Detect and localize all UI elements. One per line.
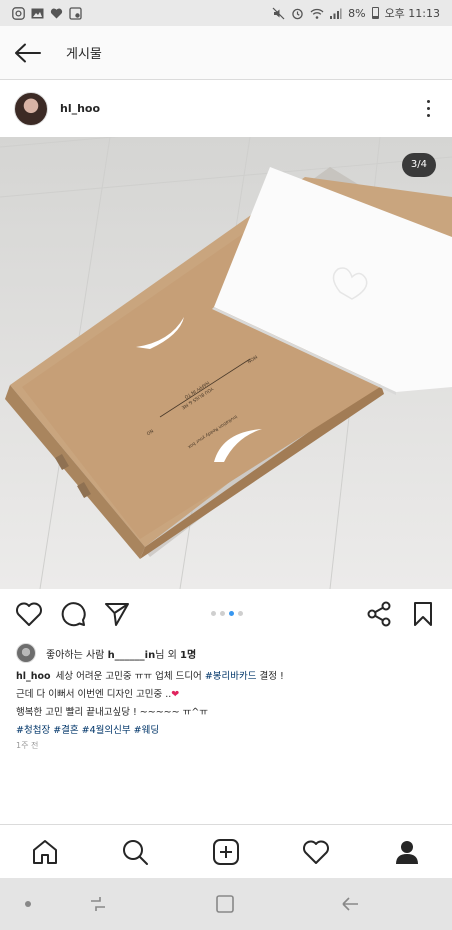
share-icon (367, 601, 391, 627)
carousel-dot-active (229, 611, 234, 616)
home-icon (33, 840, 57, 864)
signal-icon (329, 7, 342, 20)
tab-home[interactable] (30, 837, 60, 867)
carousel-dot (220, 611, 225, 616)
status-bar: 8% 오후 11:13 (0, 0, 452, 26)
likes-user[interactable]: h______in (108, 650, 156, 661)
image-counter-badge: 3/4 (401, 153, 436, 177)
bookmark-icon (414, 602, 432, 626)
system-navigation-bar (0, 878, 452, 930)
post-timestamp: 1주 전 (16, 741, 39, 750)
post-caption: hl_hoo 세상 어려운 고민중 ㅠㅠ 업체 드디어 #봉리바카드 결정 ! 근… (16, 668, 441, 740)
recents-button[interactable] (88, 894, 108, 914)
tab-search[interactable] (120, 837, 150, 867)
alarm-icon (291, 7, 304, 20)
mute-icon (272, 7, 285, 20)
photo-illustration: HAPPY IN TO YOU BLISS & ME MON NO Invita… (0, 137, 452, 589)
status-right: 8% 오후 11:13 (272, 5, 440, 21)
hashtag[interactable]: #봉리바카드 (205, 671, 257, 682)
profile-icon (396, 841, 418, 864)
caption-hashtags[interactable]: #청첩장 #결혼 #4월의신부 #웨딩 (16, 722, 441, 740)
recents-icon (91, 897, 105, 911)
caption-text: 세상 어려운 고민중 ㅠㅠ 업체 드디어 (55, 671, 205, 682)
battery-text: 8% (348, 6, 366, 20)
liker-avatar (16, 643, 36, 663)
battery-icon (371, 7, 379, 19)
heart-emoji-icon: ❤ (171, 689, 180, 700)
tab-new-post[interactable] (211, 837, 241, 867)
likes-count[interactable]: 1명 (180, 650, 196, 661)
share-button[interactable] (102, 599, 132, 629)
settings-status-icon (69, 6, 82, 20)
save-button[interactable] (408, 599, 438, 629)
more-options-button[interactable] (418, 94, 438, 124)
tab-activity[interactable] (301, 837, 331, 867)
search-icon (123, 840, 148, 865)
dot-icon (25, 901, 31, 907)
avatar[interactable] (14, 91, 48, 126)
home-nav-button[interactable] (215, 894, 235, 914)
caption-username[interactable]: hl_hoo (16, 671, 51, 682)
post-header: hl_hoo (0, 80, 452, 137)
status-left (12, 6, 82, 20)
heart-status-icon (50, 7, 63, 20)
like-button[interactable] (14, 599, 44, 629)
likes-text: 좋아하는 사람 h______in님 외 1명 (46, 646, 196, 661)
share-alt-button[interactable] (364, 599, 394, 629)
back-arrow-icon (342, 897, 358, 911)
post-username[interactable]: hl_hoo (60, 102, 418, 115)
heart-icon (16, 602, 42, 626)
carousel-indicator (211, 611, 243, 616)
gallery-icon (31, 7, 44, 20)
comment-button[interactable] (58, 599, 88, 629)
likes-middle: 님 외 (155, 649, 180, 661)
square-home-icon (216, 895, 234, 913)
heart-icon (303, 840, 329, 864)
caption-text: 결정 ! (256, 671, 284, 682)
app-header: 게시물 (0, 26, 452, 80)
back-nav-button[interactable] (340, 894, 360, 914)
caption-line-1: hl_hoo 세상 어려운 고민중 ㅠㅠ 업체 드디어 #봉리바카드 결정 ! (16, 668, 441, 686)
post-actions (0, 589, 452, 639)
send-icon (105, 603, 129, 626)
carousel-dot (211, 611, 216, 616)
tab-profile[interactable] (392, 837, 422, 867)
add-post-icon (213, 839, 239, 865)
likes-row[interactable]: 좋아하는 사람 h______in님 외 1명 (16, 641, 196, 665)
bottom-tab-bar (0, 824, 452, 878)
caption-line-2: 근데 다 이뻐서 이번엔 디자인 고민중 ..❤ (16, 686, 441, 704)
caption-line-3: 행복한 고민 빨리 끝내고싶당 ! ~~~~~ ㅠ^ㅠ (16, 707, 209, 718)
clock: 오후 11:13 (384, 7, 440, 20)
notification-app-icon (12, 6, 25, 20)
arrow-left-icon (15, 43, 41, 62)
comment-icon (61, 602, 86, 627)
nav-dot-button[interactable] (18, 894, 38, 914)
caption-text: 근데 다 이뻐서 이번엔 디자인 고민중 .. (16, 689, 172, 700)
page-title: 게시물 (66, 47, 102, 62)
likes-prefix: 좋아하는 사람 (46, 649, 108, 661)
back-button[interactable] (0, 26, 56, 80)
more-vertical-icon (426, 100, 430, 103)
post-photo[interactable]: HAPPY IN TO YOU BLISS & ME MON NO Invita… (0, 137, 452, 589)
wifi-icon (310, 7, 324, 20)
carousel-dot (238, 611, 243, 616)
